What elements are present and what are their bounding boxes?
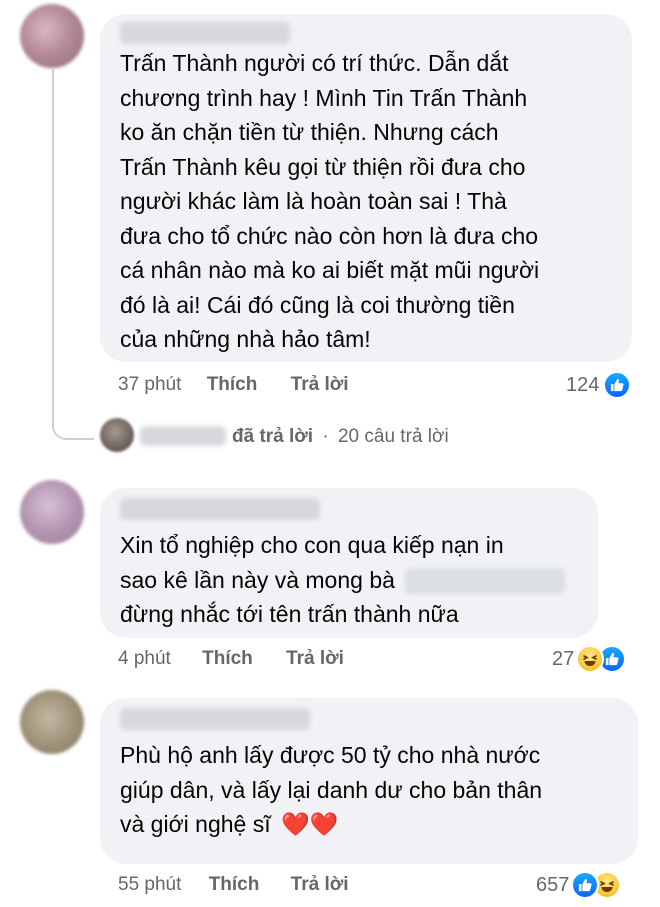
reply-count: 20 câu trả lời <box>337 426 449 447</box>
comment-text: Xin tổ nghiệp cho con qua kiếp nạn in sa… <box>120 528 590 632</box>
reaction-count: 657 <box>536 873 570 896</box>
comment-line: Xin tổ nghiệp cho con qua kiếp nạn in <box>120 532 504 558</box>
like-button[interactable]: Thích <box>202 648 253 669</box>
comment-line: Phù hộ anh lấy được 50 tỷ cho nhà nước <box>120 742 541 768</box>
heart-emoji: ❤️❤️ <box>281 811 339 837</box>
like-button[interactable]: Thích <box>209 874 260 895</box>
timestamp[interactable]: 4 phút <box>118 648 171 669</box>
replied-text: đã trả lời <box>232 426 314 447</box>
commenter-name[interactable] <box>120 22 290 44</box>
avatar[interactable] <box>20 4 84 68</box>
reply-button[interactable]: Trả lời <box>286 648 344 669</box>
reply-connector <box>52 68 94 440</box>
comment-line: của những nhà hảo tâm! <box>120 326 371 352</box>
timestamp[interactable]: 55 phút <box>118 874 181 895</box>
reactions[interactable]: 27 <box>552 644 627 674</box>
replier-avatar[interactable] <box>100 418 134 452</box>
comment-line: chương trình hay ! Mình Tin Trấn Thành <box>120 84 528 111</box>
replier-name[interactable] <box>140 426 226 446</box>
avatar[interactable] <box>20 690 84 754</box>
comment-line: Trấn Thành người có trí thức. Dẫn dắt <box>120 50 509 76</box>
commenter-name[interactable] <box>120 498 320 520</box>
comment-meta: 37 phút Thích Trả lời <box>118 372 349 398</box>
separator: · <box>322 426 329 447</box>
timestamp[interactable]: 37 phút <box>118 374 181 395</box>
reply-button[interactable]: Trả lời <box>291 874 349 895</box>
haha-icon <box>576 645 605 673</box>
comment-line-text: và giới nghệ sĩ <box>120 811 271 837</box>
comment-meta: 55 phút Thích Trả lời <box>118 872 349 898</box>
comment-meta: 4 phút Thích Trả lời <box>118 646 344 672</box>
comment-line: đưa cho tổ chức nào còn hơn là đưa cho <box>120 222 539 249</box>
comment-line: đừng nhắc tới tên trấn thành nữa <box>120 601 459 627</box>
reactions[interactable]: 657 <box>536 870 622 900</box>
reply-button[interactable]: Trả lời <box>291 374 349 395</box>
comment-text: Phù hộ anh lấy được 50 tỷ cho nhà nước g… <box>120 738 630 842</box>
comment-line: người khác làm là hoàn toàn sai ! Thà <box>120 188 507 214</box>
like-button[interactable]: Thích <box>207 374 258 395</box>
blurred-name <box>405 568 566 595</box>
comment-line: giúp dân, và lấy lại danh dư cho bản thâ… <box>120 776 543 803</box>
comment-line: đó là ai! Cái đó cũng là coi thường tiền <box>120 291 515 318</box>
comment-line-text: sao kê lần này và mong bà <box>120 566 395 593</box>
comment-line: Trấn Thành kêu gọi từ thiện rồi đưa cho <box>120 153 526 180</box>
comment-line: cá nhân nào mà ko ai biết mặt mũi người <box>120 257 540 283</box>
comment-text: Trấn Thành người có trí thức. Dẫn dắt ch… <box>120 46 620 357</box>
comment-line: sao kê lần này và mong bà <box>120 563 590 598</box>
comment-line: và giới nghệ sĩ ❤️❤️ <box>120 807 630 842</box>
comment-line: ko ăn chặn tiền từ thiện. Nhưng cách <box>120 119 499 145</box>
avatar[interactable] <box>20 480 84 544</box>
reactions[interactable]: 124 <box>566 370 632 400</box>
like-icon <box>603 371 632 399</box>
commenter-name[interactable] <box>120 708 310 730</box>
reaction-count: 27 <box>552 647 575 670</box>
reaction-count: 124 <box>566 373 600 396</box>
view-replies-link[interactable]: đã trả lời · 20 câu trả lời <box>232 424 449 450</box>
